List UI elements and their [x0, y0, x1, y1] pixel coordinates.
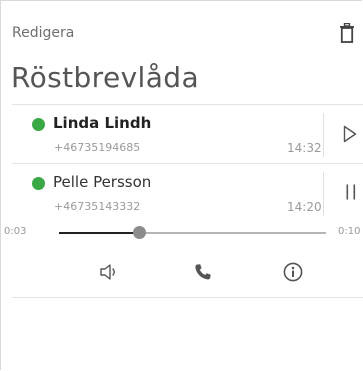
progress-fill — [59, 232, 139, 234]
pause-icon[interactable] — [346, 184, 356, 200]
elapsed-time: 0:03 — [4, 226, 27, 237]
caller-name: Pelle Persson — [53, 173, 152, 191]
edit-button[interactable]: Redigera — [12, 25, 74, 41]
phone-icon[interactable] — [194, 263, 212, 281]
page-title: Röstbrevlåda — [11, 61, 200, 94]
status-dot — [32, 177, 45, 190]
progress-thumb[interactable] — [133, 226, 146, 239]
info-icon[interactable] — [283, 262, 303, 282]
message-time: 14:32 — [287, 141, 322, 155]
speaker-icon[interactable] — [99, 263, 121, 281]
caller-name: Linda Lindh — [53, 114, 152, 132]
item-divider — [12, 163, 363, 164]
voicemail-panel: Redigera Röstbrevlåda Linda Lindh +46735… — [0, 0, 363, 370]
message-time: 14:20 — [287, 200, 322, 214]
total-duration: 0:10 — [338, 226, 361, 237]
player-divider — [12, 297, 363, 298]
unread-status-dot — [32, 118, 45, 131]
caller-number: +46735143332 — [54, 200, 141, 213]
trash-icon[interactable] — [339, 23, 355, 43]
play-icon[interactable] — [343, 125, 357, 143]
header-divider — [12, 104, 363, 105]
action-separator — [323, 113, 324, 157]
action-separator — [323, 172, 324, 216]
caller-number: +46735194685 — [54, 141, 141, 154]
